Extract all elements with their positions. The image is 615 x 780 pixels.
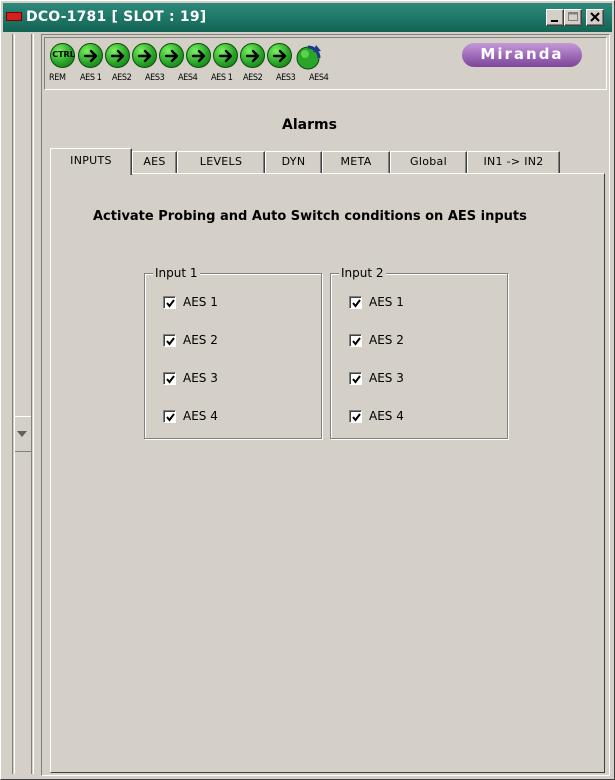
led-label: AES4	[178, 73, 198, 83]
checkbox-label: AES 3	[369, 371, 404, 385]
checkbox-label: AES 1	[369, 295, 404, 309]
checkbox-label: AES 4	[369, 409, 404, 423]
tab-in1-in2[interactable]: IN1 -> IN2	[467, 151, 560, 173]
aes1-in1-led[interactable]	[78, 43, 103, 68]
checkbox-label: AES 3	[183, 371, 218, 385]
tab-inputs[interactable]: INPUTS	[50, 148, 132, 175]
checkbox-label: AES 4	[183, 409, 218, 423]
maximize-icon	[568, 12, 578, 21]
arrow-right-icon	[83, 49, 98, 63]
checkmark-icon	[166, 375, 175, 384]
checkbox[interactable]	[163, 410, 176, 423]
main-content: CTRL REM AES 1 AES2 AES3 AES4 AES 1 AES2…	[41, 34, 610, 776]
rotate-led[interactable]	[294, 43, 322, 71]
app-icon[interactable]	[6, 12, 22, 21]
led-label: AES2	[112, 73, 132, 83]
checkbox[interactable]	[349, 296, 362, 309]
checkbox-label: AES 2	[369, 333, 404, 347]
triangle-down-icon	[17, 431, 27, 437]
checkmark-icon	[352, 375, 361, 384]
aes2-in2-led[interactable]	[213, 43, 238, 68]
aes3-in2-led[interactable]	[240, 43, 265, 68]
arrow-right-icon	[110, 49, 125, 63]
checkbox[interactable]	[163, 372, 176, 385]
tab-aes[interactable]: AES	[132, 151, 177, 173]
group-title: Input 2	[339, 266, 386, 280]
close-button[interactable]	[586, 9, 604, 26]
panel-subtitle: Activate Probing and Auto Switch conditi…	[93, 209, 527, 224]
status-strip: CTRL REM AES 1 AES2 AES3 AES4 AES 1 AES2…	[44, 37, 607, 90]
tab-levels[interactable]: LEVELS	[177, 151, 265, 173]
led-label: AES3	[276, 73, 296, 83]
aes1-in2-led[interactable]	[186, 43, 211, 68]
input1-group: Input 1 AES 1 AES 2 AES 3 AES 4	[144, 266, 322, 439]
side-divider	[12, 34, 15, 774]
arrow-right-icon	[191, 49, 206, 63]
panel-heading: Alarms	[282, 117, 337, 133]
side-divider	[31, 34, 34, 774]
inputs-tab-panel: Activate Probing and Auto Switch conditi…	[50, 173, 605, 773]
led-label: AES2	[243, 73, 263, 83]
close-icon	[590, 12, 600, 22]
checkmark-icon	[166, 337, 175, 346]
led-label: AES 1	[80, 73, 102, 83]
rotate-icon	[296, 45, 321, 70]
miranda-logo: Miranda	[462, 43, 582, 67]
arrow-right-icon	[245, 49, 260, 63]
arrow-right-icon	[272, 49, 287, 63]
ctrl-led[interactable]: CTRL	[50, 43, 75, 68]
checkbox[interactable]	[163, 334, 176, 347]
checkbox[interactable]	[349, 410, 362, 423]
led-label: AES 1	[211, 73, 233, 83]
maximize-button[interactable]	[564, 9, 582, 26]
tab-dyn[interactable]: DYN	[265, 151, 322, 173]
aes3-in1-led[interactable]	[132, 43, 157, 68]
led-label: REM	[49, 73, 66, 83]
checkbox-label: AES 1	[183, 295, 218, 309]
arrow-right-icon	[218, 49, 233, 63]
title-bar[interactable]: DCO-1781 [ SLOT : 19]	[3, 3, 612, 32]
window-title: DCO-1781 [ SLOT : 19]	[26, 9, 207, 25]
checkbox[interactable]	[163, 296, 176, 309]
ctrl-led-text: CTRL	[52, 50, 75, 59]
tab-global[interactable]: Global	[390, 151, 467, 173]
checkmark-icon	[166, 299, 175, 308]
checkmark-icon	[352, 413, 361, 422]
checkmark-icon	[352, 299, 361, 308]
led-label: AES3	[145, 73, 165, 83]
tab-meta[interactable]: META	[322, 151, 390, 173]
checkbox-label: AES 2	[183, 333, 218, 347]
device-window: DCO-1781 [ SLOT : 19] CTRL REM AES 1 AES…	[0, 0, 615, 780]
tab-bar: INPUTS AES LEVELS DYN META Global IN1 ->…	[50, 148, 580, 175]
input2-group: Input 2 AES 1 AES 2 AES 3 AES 4	[330, 266, 508, 439]
collapse-handle[interactable]	[15, 416, 31, 452]
arrow-right-icon	[137, 49, 152, 63]
aes4-in2-led[interactable]	[267, 43, 292, 68]
minimize-icon	[551, 20, 558, 22]
group-title: Input 1	[153, 266, 200, 280]
checkbox[interactable]	[349, 334, 362, 347]
side-panel	[3, 32, 39, 777]
aes4-in1-led[interactable]	[159, 43, 184, 68]
aes2-in1-led[interactable]	[105, 43, 130, 68]
arrow-right-icon	[164, 49, 179, 63]
led-label: AES4	[309, 73, 329, 83]
checkbox[interactable]	[349, 372, 362, 385]
checkmark-icon	[352, 337, 361, 346]
checkmark-icon	[166, 413, 175, 422]
minimize-button[interactable]	[546, 9, 564, 26]
